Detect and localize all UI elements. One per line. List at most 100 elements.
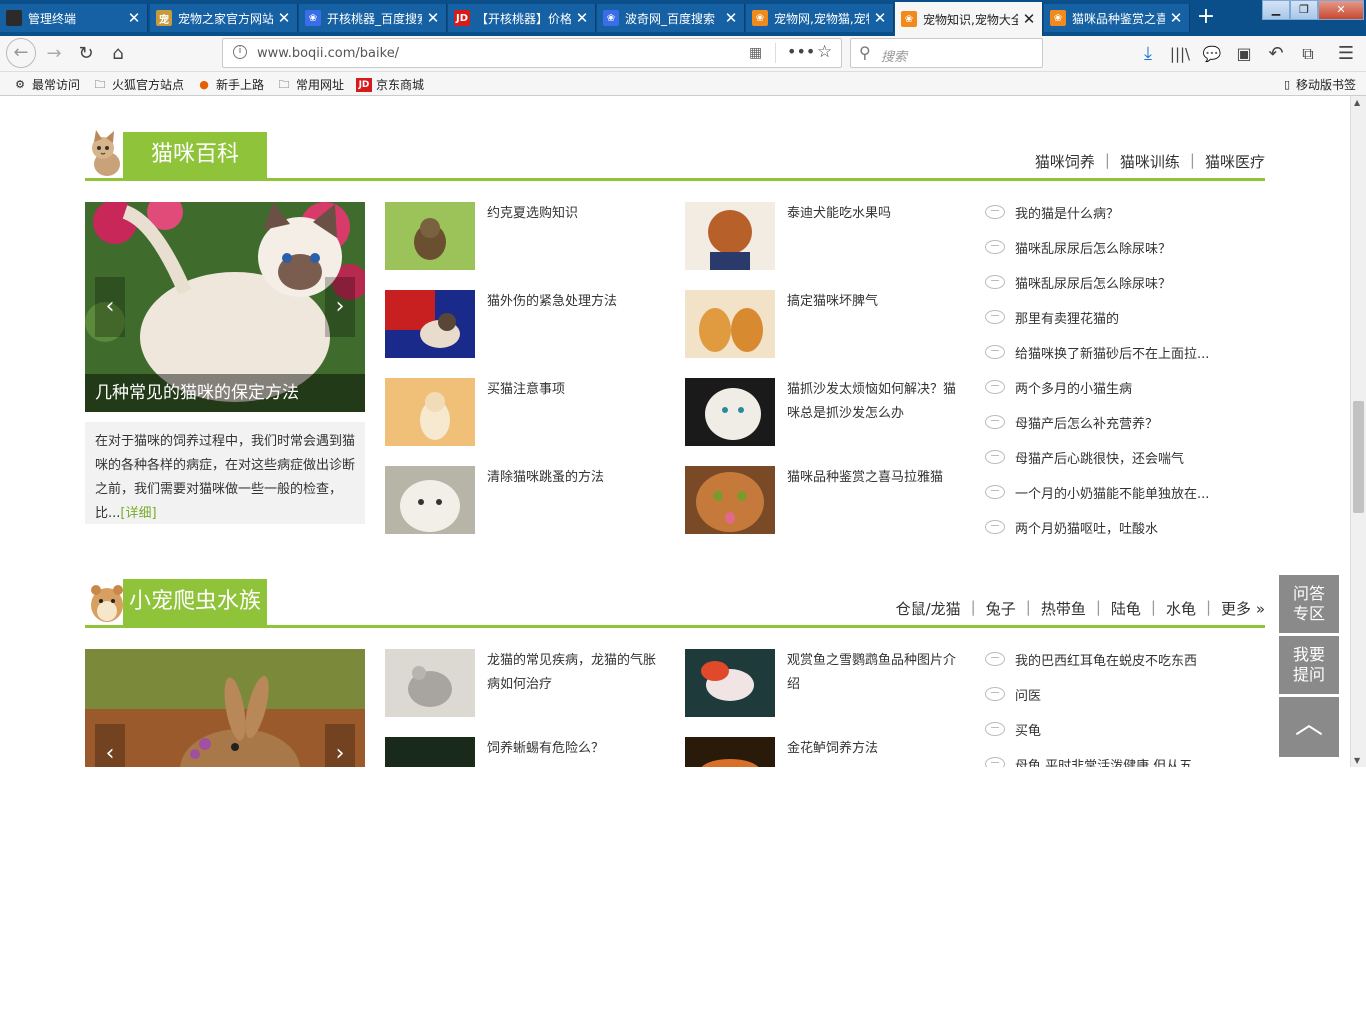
qa-item[interactable]: 我的巴西红耳龟在蜕皮不吃东西 xyxy=(985,649,1197,669)
slideshow-prev-button[interactable]: ‹ xyxy=(95,277,125,337)
library-icon[interactable]: |||\ xyxy=(1166,40,1194,68)
back-to-top-button[interactable]: ︿ xyxy=(1279,697,1339,757)
qa-item[interactable]: 问医 xyxy=(985,684,1041,704)
url-bar[interactable]: i www.boqii.com/baike/ ▦ ••• ☆ xyxy=(222,38,842,68)
article-link[interactable]: 猫抓沙发太烦恼如何解决？猫咪总是抓沙发怎么办 xyxy=(787,378,959,426)
link-cat-medical[interactable]: 猫咪医疗 xyxy=(1205,151,1265,172)
reload-button[interactable]: ↻ xyxy=(72,40,100,68)
thumb-lizard[interactable] xyxy=(385,737,475,767)
article-link[interactable]: 观赏鱼之雪鹦鹉鱼品种图片介绍 xyxy=(787,649,959,697)
window-close-button[interactable]: ✕ xyxy=(1318,0,1364,20)
bookmark-common-sites[interactable]: 🗀 常用网址 xyxy=(276,76,345,93)
tab-1[interactable]: 宠宠物之家官方网站 ✕ xyxy=(150,4,298,32)
article-link[interactable]: 泰迪犬能吃水果吗 xyxy=(787,202,962,226)
tab-close-icon[interactable]: ✕ xyxy=(277,9,291,27)
home-button[interactable]: ⌂ xyxy=(104,40,132,68)
qa-question[interactable]: 一个月的小奶猫能不能单独放在... xyxy=(1015,483,1209,502)
qa-question[interactable]: 问医 xyxy=(1015,685,1041,704)
bookmark-jd-mall[interactable]: JD 京东商城 xyxy=(356,76,424,93)
sidebar-icon[interactable]: ▣ xyxy=(1230,40,1258,68)
bookmark-most-visited[interactable]: ⚙ 最常访问 xyxy=(12,76,80,93)
article-link[interactable]: 清除猫咪跳蚤的方法 xyxy=(487,466,662,490)
qa-item[interactable]: 母龟 平时非常活泼健康 但从五 xyxy=(985,754,1192,767)
tab-title[interactable]: 开核桃器_百度搜索 xyxy=(327,10,422,27)
qa-question[interactable]: 那里有卖狸花猫的 xyxy=(1015,308,1119,327)
qa-zone-button[interactable]: 问答专区 xyxy=(1279,575,1339,633)
qa-question[interactable]: 母猫产后怎么补充营养？ xyxy=(1015,413,1158,432)
tab-title[interactable]: 宠物网,宠物猫,宠物 xyxy=(774,10,869,27)
link-hamster[interactable]: 仓鼠/龙猫 xyxy=(896,598,961,619)
detail-link[interactable]: [详细] xyxy=(120,506,156,521)
qa-question[interactable]: 给猫咪换了新猫砂后不在上面拉... xyxy=(1015,343,1209,362)
tab-title[interactable]: 宠物知识,宠物大全 xyxy=(923,11,1018,28)
scroll-down-icon[interactable]: ▼ xyxy=(1354,756,1360,765)
qa-question[interactable]: 母龟 平时非常活泼健康 但从五 xyxy=(1015,755,1192,768)
featured-slideshow[interactable]: ‹ › 几种常见的猫咪的保定方法 xyxy=(85,202,365,412)
tab-close-icon[interactable]: ✕ xyxy=(1169,9,1183,27)
qa-item[interactable]: 猫咪乱尿尿后怎么除尿味？ xyxy=(985,237,1171,257)
qa-item[interactable]: 母猫产后心跳很快，还会喘气 xyxy=(985,447,1184,467)
back-button[interactable]: ← xyxy=(6,38,36,68)
slideshow-next-button[interactable]: › xyxy=(325,724,355,767)
forward-button[interactable]: → xyxy=(40,40,68,68)
tab-title[interactable]: 宠物之家官方网站 xyxy=(178,10,273,27)
article-link[interactable]: 约克夏选购知识 xyxy=(487,202,662,226)
maximize-button[interactable]: ❐ xyxy=(1290,0,1318,20)
tab-close-icon[interactable]: ✕ xyxy=(575,9,589,27)
info-icon[interactable]: i xyxy=(233,45,247,59)
link-cat-feeding[interactable]: 猫咪饲养 xyxy=(1035,151,1095,172)
qa-question[interactable]: 买龟 xyxy=(1015,720,1041,739)
ask-question-button[interactable]: 我要提问 xyxy=(1279,636,1339,694)
bookmark-star-icon[interactable]: ☆ xyxy=(817,42,832,62)
qa-item[interactable]: 我的猫是什么病？ xyxy=(985,202,1119,222)
qa-item[interactable]: 猫咪乱尿尿后怎么除尿味？ xyxy=(985,272,1171,292)
scrollbar[interactable]: ▲ ▼ xyxy=(1350,96,1366,767)
scroll-up-icon[interactable]: ▲ xyxy=(1354,98,1360,107)
thumb-teddy-dog[interactable] xyxy=(685,202,775,270)
qa-item[interactable]: 母猫产后怎么补充营养？ xyxy=(985,412,1158,432)
tab-6[interactable]: ❀ 宠物知识,宠物大全 ✕ xyxy=(895,2,1043,36)
tab-close-icon[interactable]: ✕ xyxy=(1022,10,1036,28)
qa-question[interactable]: 猫咪乱尿尿后怎么除尿味？ xyxy=(1015,238,1171,257)
chat-icon[interactable]: 💬 xyxy=(1198,40,1226,68)
qa-question[interactable]: 猫咪乱尿尿后怎么除尿味？ xyxy=(1015,273,1171,292)
article-link[interactable]: 搞定猫咪坏脾气 xyxy=(787,290,962,314)
tab-4[interactable]: ❀ 波奇网_百度搜索 ✕ xyxy=(597,4,745,32)
featured-rabbit-image[interactable] xyxy=(85,649,365,767)
qa-question[interactable]: 两个多月的小猫生病 xyxy=(1015,378,1132,397)
tab-close-icon[interactable]: ✕ xyxy=(426,9,440,27)
new-tab-button[interactable]: + xyxy=(1190,4,1222,32)
tab-title[interactable]: 【开核桃器】价格 xyxy=(476,10,571,27)
qa-item[interactable]: 给猫咪换了新猫砂后不在上面拉... xyxy=(985,342,1209,362)
download-icon[interactable]: ⤓ xyxy=(1134,40,1162,68)
bookmark-mobile[interactable]: ▯ 移动版书签 xyxy=(1282,76,1356,93)
bookmark-firefox-official[interactable]: 🗀 火狐官方站点 xyxy=(92,76,185,93)
qa-item[interactable]: 两个月奶猫呕吐，吐酸水 xyxy=(985,517,1158,537)
tab-close-icon[interactable]: ✕ xyxy=(127,9,141,27)
bookmark-getting-started[interactable]: ● 新手上路 xyxy=(196,76,264,93)
link-tortoise[interactable]: 陆龟 xyxy=(1111,598,1141,619)
article-link[interactable]: 买猫注意事项 xyxy=(487,378,662,402)
thumb-buying-cat[interactable] xyxy=(385,378,475,446)
qa-question[interactable]: 母猫产后心跳很快，还会喘气 xyxy=(1015,448,1184,467)
thumb-two-cats[interactable] xyxy=(685,290,775,358)
undo-icon[interactable]: ↶ xyxy=(1262,40,1290,68)
qa-question[interactable]: 我的猫是什么病？ xyxy=(1015,203,1119,222)
tab-title[interactable]: 猫咪品种鉴赏之喜马拉雅 xyxy=(1072,10,1165,27)
thumb-injured-cat[interactable] xyxy=(385,290,475,358)
featured-slideshow-2[interactable]: ‹ › xyxy=(85,649,365,767)
crop-icon[interactable]: ⧉ xyxy=(1294,40,1322,68)
thumb-himalayan-cat[interactable] xyxy=(685,466,775,534)
tab-2[interactable]: ❀ 开核桃器_百度搜索 ✕ xyxy=(299,4,447,32)
tab-close-icon[interactable]: ✕ xyxy=(873,9,887,27)
tab-title[interactable]: 波奇网_百度搜索 xyxy=(625,10,720,27)
scrollbar-thumb[interactable] xyxy=(1353,401,1364,513)
featured-caption[interactable]: 几种常见的猫咪的保定方法 xyxy=(85,374,365,412)
section-title[interactable]: 小宠爬虫水族 xyxy=(123,579,268,625)
article-link[interactable]: 金花鲈饲养方法 xyxy=(787,737,962,761)
thumb-parrot-fish[interactable] xyxy=(685,649,775,717)
qa-question[interactable]: 我的巴西红耳龟在蜕皮不吃东西 xyxy=(1015,650,1197,669)
link-rabbit[interactable]: 兔子 xyxy=(986,598,1016,619)
article-link[interactable]: 龙猫的常见疾病，龙猫的气胀病如何治疗 xyxy=(487,649,662,697)
qa-item[interactable]: 两个多月的小猫生病 xyxy=(985,377,1132,397)
